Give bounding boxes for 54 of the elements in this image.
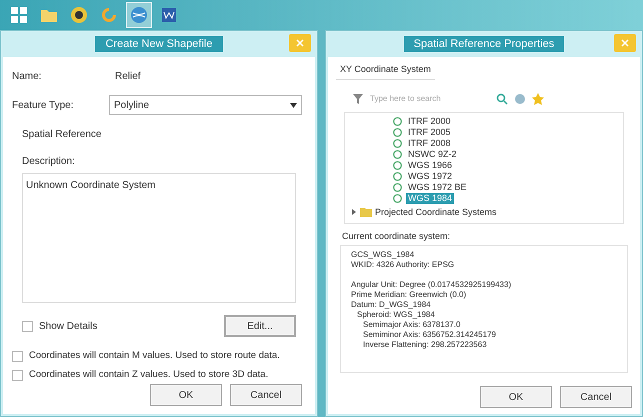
field-label: Description: xyxy=(22,155,76,169)
circle-icon[interactable] xyxy=(69,5,89,25)
windows-icon[interactable] xyxy=(9,5,29,25)
document-icon[interactable] xyxy=(159,5,179,25)
field-label: Name: xyxy=(12,70,42,84)
details-line: GCS_WGS_1984 xyxy=(351,250,416,260)
close-button[interactable] xyxy=(289,34,311,52)
checkbox[interactable] xyxy=(12,350,23,362)
tree-item[interactable]: ITRF 2008 xyxy=(406,138,453,148)
search-field[interactable]: Type here to search xyxy=(370,92,490,106)
checkbox-label: Coordinates will contain Z values. Used to store 3D data. xyxy=(29,368,268,382)
dialog-button[interactable]: Edit... xyxy=(224,315,296,337)
checkbox[interactable] xyxy=(12,370,23,381)
refresh-icon[interactable] xyxy=(99,5,119,25)
feature-type-dropdown[interactable]: Polyline xyxy=(109,95,302,115)
details-line: Prime Meridian: Greenwich (0.0) xyxy=(351,290,468,300)
details-line: Angular Unit: Degree (0.0174532925199433) xyxy=(351,280,512,290)
checkbox-label: Show Details xyxy=(39,320,98,334)
window-title: Spatial Reference Properties xyxy=(404,36,564,52)
details-line: Semimajor Axis: 6378137.0 xyxy=(363,320,462,330)
details-line: WKID: 4326 Authority: EPSG xyxy=(351,260,456,270)
tree-item[interactable]: WGS 1972 BE xyxy=(406,182,469,192)
search-icon[interactable] xyxy=(496,92,508,104)
field-label: Feature Type: xyxy=(12,98,75,112)
tree-item[interactable]: NSWC 9Z-2 xyxy=(406,148,459,160)
details-line: Spheroid: WGS_1984 xyxy=(357,310,436,320)
tree-item[interactable]: WGS 1972 xyxy=(406,170,454,182)
description-field[interactable]: Unknown Coordinate System xyxy=(22,173,296,303)
filter-icon[interactable] xyxy=(352,92,364,104)
expand-icon[interactable] xyxy=(351,209,357,216)
tree-item[interactable]: ITRF 2000 xyxy=(406,116,453,126)
tab[interactable]: XY Coordinate System xyxy=(336,61,435,80)
tree-item[interactable]: ITRF 2005 xyxy=(406,126,453,138)
close-button[interactable] xyxy=(614,34,636,52)
dialog-button[interactable]: OK xyxy=(150,384,222,406)
checkbox[interactable] xyxy=(22,320,33,332)
dialog-button[interactable]: Cancel xyxy=(230,384,302,406)
checkbox-label: Coordinates will contain M values. Used to store route data. xyxy=(29,349,280,363)
details-line: Semiminor Axis: 6356752.314245179 xyxy=(363,330,497,340)
caret-icon xyxy=(290,102,297,108)
field-label: Current coordinate system: xyxy=(342,230,452,243)
dialog-button[interactable]: Cancel xyxy=(560,386,632,408)
window-title: Create New Shapefile xyxy=(95,36,222,52)
tree-item[interactable]: Projected Coordinate Systems xyxy=(375,206,497,219)
folder-icon xyxy=(360,207,372,218)
close-icon xyxy=(621,39,629,47)
star-icon[interactable] xyxy=(532,92,544,104)
group-label: Spatial Reference xyxy=(22,128,102,142)
details-line: Inverse Flattening: 298.257223563 xyxy=(363,340,488,350)
tree-item[interactable]: WGS 1966 xyxy=(406,160,454,170)
close-icon xyxy=(296,39,304,47)
name-value: Relief xyxy=(115,70,141,84)
dialog-button[interactable]: OK xyxy=(480,386,552,408)
details-line: Datum: D_WGS_1984 xyxy=(351,300,432,310)
